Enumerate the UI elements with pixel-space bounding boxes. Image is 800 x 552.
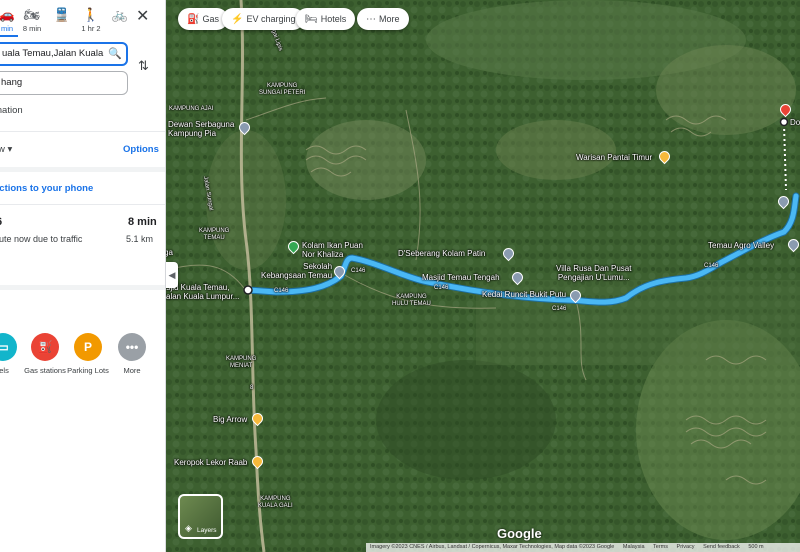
attribution-text: Imagery ©2023 CNES / Airbus, Landsat / C… [370,544,615,550]
more-chip-label: More [379,14,400,24]
layers-icon: ◈ [185,523,192,533]
parking-lots-label: Parking Lots [67,366,109,375]
cycling-icon: 🚲 [111,7,129,22]
hotels-chip[interactable]: 🛏 Hotels [296,8,356,30]
mode-motorcycle[interactable]: 🏍 8 min [17,6,47,33]
options-button[interactable]: Options [123,144,159,155]
more-icon: ••• [118,333,146,361]
road-label: C146 [704,263,719,269]
poi-label[interactable]: Masjid Temau Tengah [422,273,500,282]
collapse-panel-button[interactable]: ◀ [166,262,178,288]
poi-label[interactable]: Kedai Runcit Bukit Putu [482,290,566,299]
mode-transit[interactable]: 🚆 [47,6,77,24]
route-note: oute now due to traffic s [0,234,83,244]
gas-icon: ⛽ [187,14,200,25]
destination-value: hang [1,77,23,88]
route-option[interactable]: 6 oute now due to traffic s 8 min 5.1 km [0,206,165,276]
hotel-icon: ▭ [0,333,17,361]
chevron-left-icon: ◀ [168,270,176,280]
map-footer: Imagery ©2023 CNES / Airbus, Landsat / C… [366,543,800,552]
divider [0,204,165,205]
transit-icon: 🚆 [53,7,71,22]
divider [0,167,165,172]
poi-label[interactable]: Villa Rusa Dan Pusat Pengajian U'Lumu... [556,264,631,282]
place-label: KAMPUNG HULU TEMAU [392,294,431,307]
origin-marker[interactable] [243,285,253,295]
ev-chip-label: EV charging [246,14,296,24]
origin-value: uala Temau,Jalan Kuala Lun [2,48,122,59]
poi-label[interactable]: Dewan Serbaguna Kampung Pia [168,120,234,138]
poi-label[interactable]: Big Arrow [213,415,247,424]
road-label: C146 [552,306,567,312]
poi-label[interactable]: Sekolah Kebangsaan Temau [261,262,332,280]
destination-label[interactable]: Do [790,118,800,127]
route-distance: 5.1 km [126,234,154,244]
mode-walking-time: 1 hr 2 [81,24,101,33]
gas-chip-label: Gas [202,14,219,24]
region-link[interactable]: Malaysia [623,544,645,550]
mode-cycling[interactable]: 🚲 [105,6,135,24]
send-feedback-link[interactable]: Send feedback [703,544,740,550]
route-via: 6 [0,216,2,228]
layers-button[interactable]: ◈ Layers [178,494,223,539]
road-label: C146 [351,268,366,274]
divider [0,285,165,290]
ev-charging-icon: ⚡ [231,14,244,25]
more-icon: ⋯ [366,14,376,25]
scale-label[interactable]: 500 m [748,544,763,550]
terms-link[interactable]: Terms [653,544,668,550]
search-icon[interactable]: 🔍 [105,44,122,64]
origin-input[interactable]: uala Temau,Jalan Kuala Lun 🔍 [0,42,128,66]
place-label: KAMPUNG KUALA GALI [258,496,293,509]
destination-input[interactable]: hang [0,71,128,95]
place-label: KAMPUNG MENIAT [226,356,257,369]
depart-selector[interactable]: w ▾ [0,144,12,155]
privacy-link[interactable]: Privacy [677,544,695,550]
poi-label[interactable]: Kolam Ikan Puan Nor Khaliza [302,241,363,259]
gas-chip[interactable]: ⛽ Gas [178,8,228,30]
divider [0,131,165,132]
gas-stations-button[interactable]: ⛽ Gas stations [22,333,68,375]
poi-label[interactable]: Warisan Pantai Timur [576,153,652,162]
more-button[interactable]: ••• More [109,333,155,375]
place-label: KAMPUNG TEMAU [199,228,230,241]
motorcycle-icon: 🏍 [23,7,41,22]
mode-walking[interactable]: 🚶 1 hr 2 [76,6,106,33]
send-to-phone-link[interactable]: ections to your phone [0,183,93,194]
hotel-icon: 🛏 [305,14,318,25]
poi-label[interactable]: Temau Agro Valley [708,241,774,250]
directions-panel: 🚗 min 🏍 8 min 🚆 🚶 1 hr 2 🚲 ✕ uala Temau,… [0,0,166,552]
map-canvas[interactable]: ⛽ Gas ⚡ EV charging 🛏 Hotels ⋯ More KAMPUNG … [166,0,800,552]
layers-label: Layers [197,527,217,534]
google-logo: Google [497,526,542,541]
parking-icon: P [74,333,102,361]
walking-icon: 🚶 [82,7,100,22]
mode-motorcycle-time: 8 min [22,24,42,33]
gas-station-icon: ⛽ [31,333,59,361]
hotels-chip-label: Hotels [320,14,347,24]
more-label: More [123,366,141,375]
destination-marker[interactable] [779,117,789,127]
close-icon[interactable]: ✕ [136,9,149,25]
ev-charging-chip[interactable]: ⚡ EV charging [222,8,305,30]
dropdown-arrow-icon: ▾ [7,144,13,155]
route-time: 8 min [128,216,157,228]
place-label: KAMPUNG AJAI [169,106,214,112]
swap-icon[interactable]: ⇅ [138,58,149,74]
add-destination-link[interactable]: tination [0,105,23,116]
place-label: KAMPUNG SUNGAI PETERI [259,83,306,96]
poi-label[interactable]: D'Seberang Kolam Patin [398,249,485,258]
road-label: C146 [434,285,449,291]
poi-label[interactable]: Keropok Lekor Raab [174,458,247,467]
more-chip[interactable]: ⋯ More [357,8,409,30]
road-label: 8 [250,385,254,391]
gas-stations-label: Gas stations [24,366,66,375]
road-label: C146 [274,288,289,294]
depart-label: w [0,144,5,155]
nearby-categories: ▭ tels ⛽ Gas stations P Parking Lots •••… [0,333,165,383]
parking-lots-button[interactable]: P Parking Lots [65,333,111,375]
poi-label: ga [166,248,173,257]
